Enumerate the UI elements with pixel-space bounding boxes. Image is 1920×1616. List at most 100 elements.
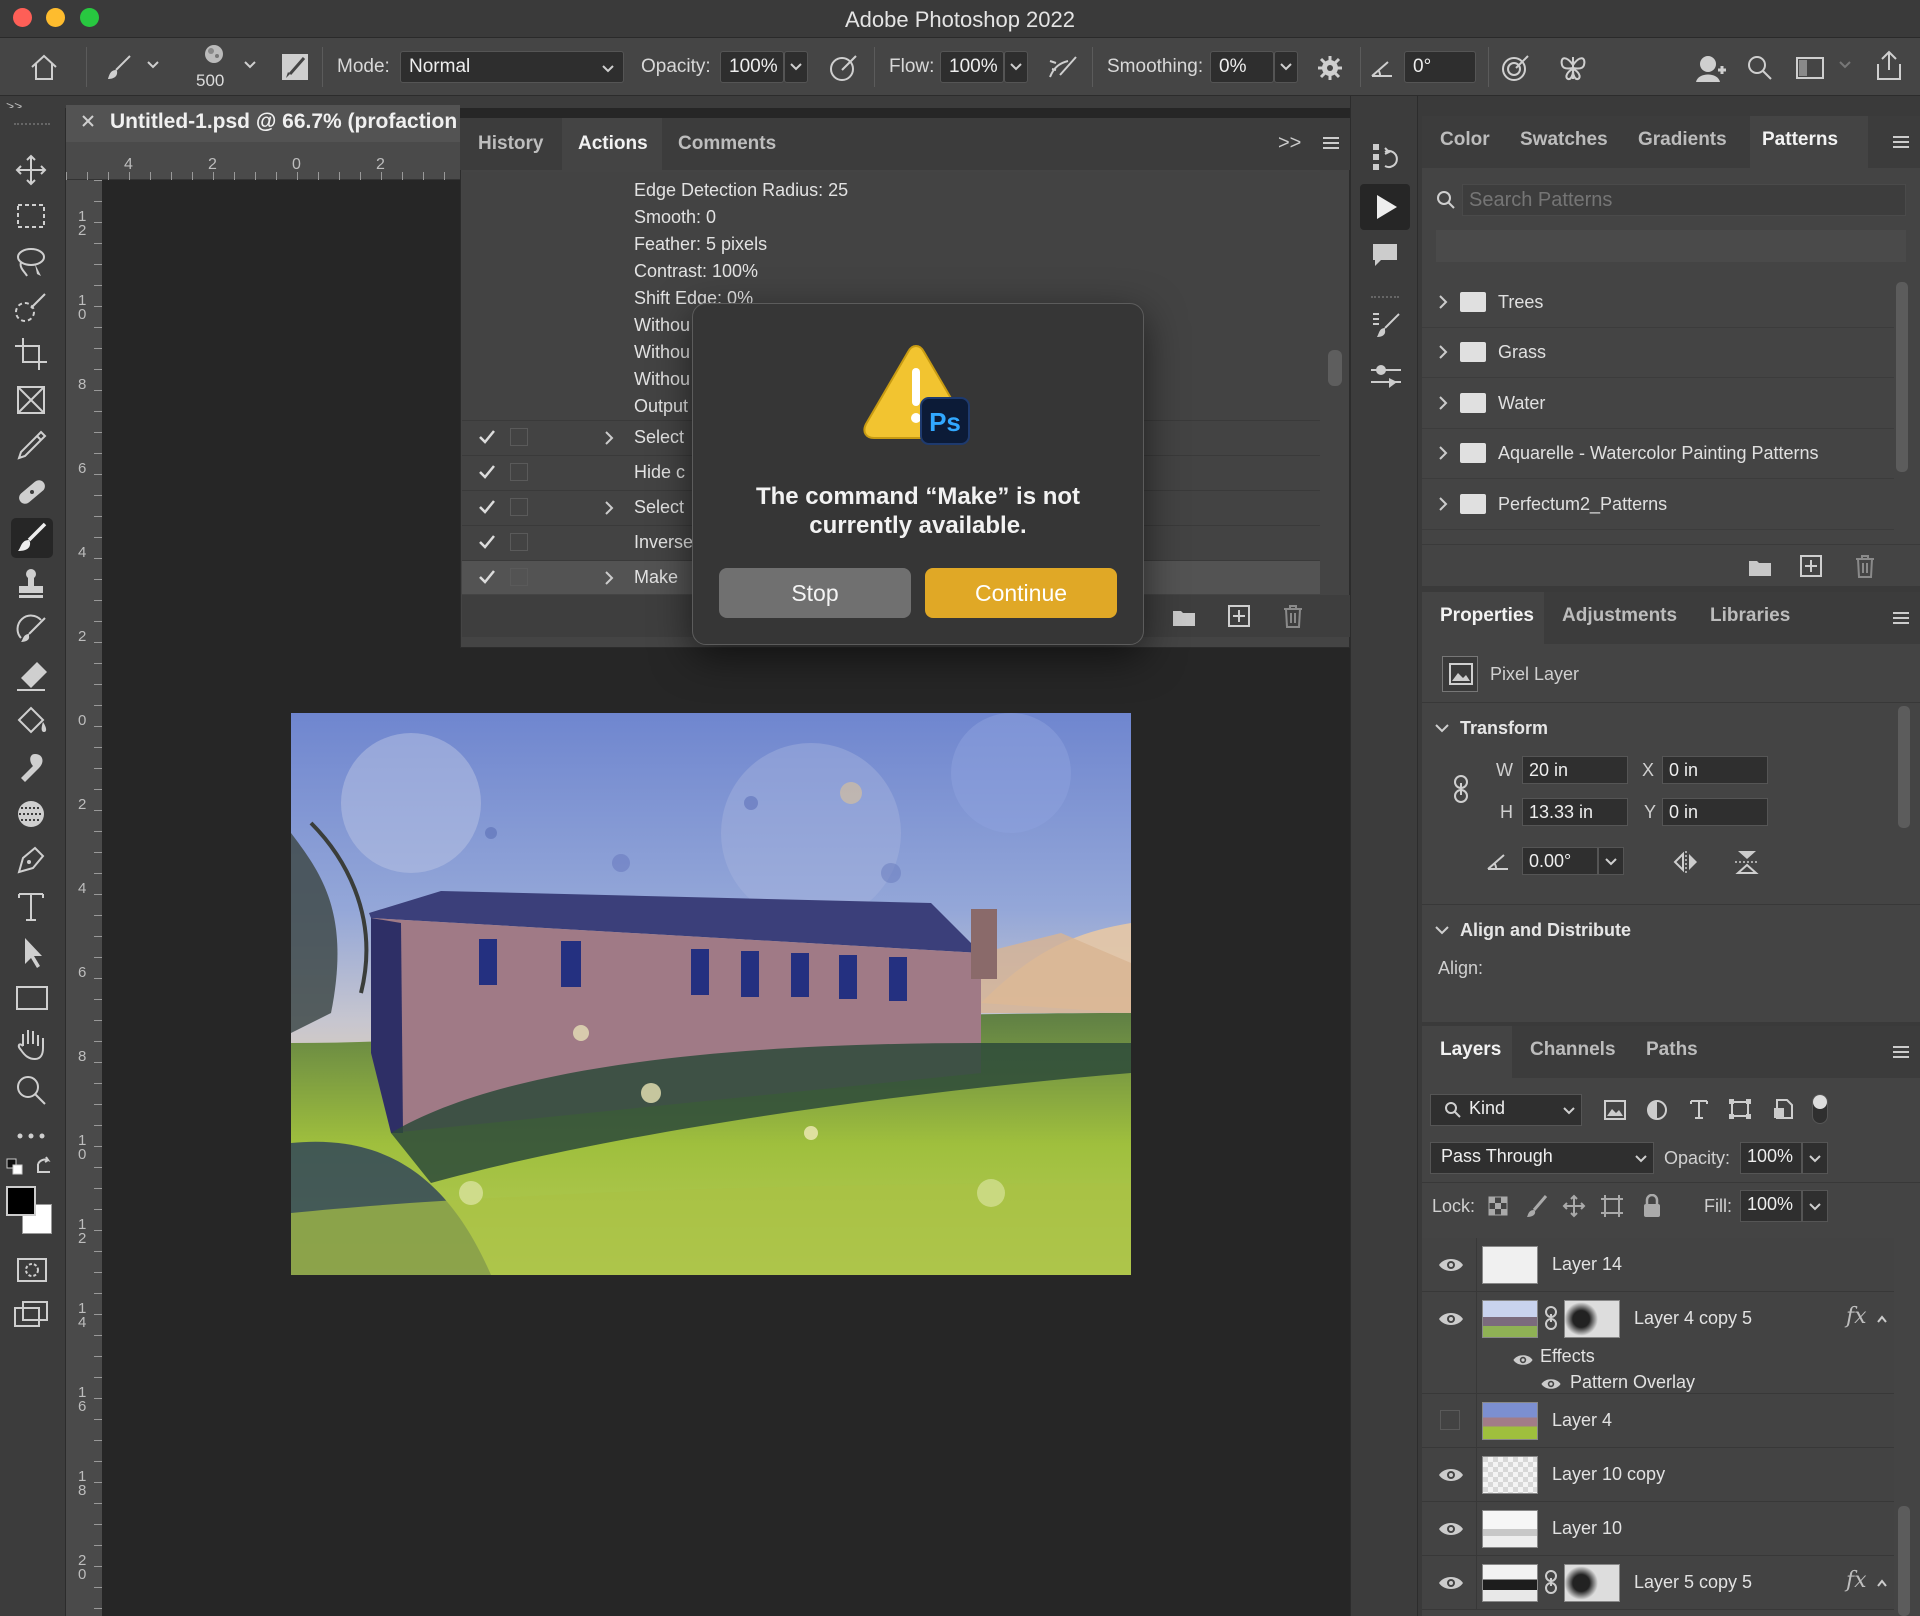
gear-icon[interactable] <box>1316 54 1344 82</box>
tab-channels[interactable]: Channels <box>1530 1039 1616 1061</box>
crop-tool-icon[interactable] <box>11 334 53 374</box>
checkmark-icon[interactable] <box>478 428 496 446</box>
link-icon[interactable] <box>1544 1306 1558 1330</box>
flip-vertical-icon[interactable] <box>1734 848 1760 876</box>
chevron-right-icon[interactable] <box>604 570 614 586</box>
properties-scrollbar-thumb[interactable] <box>1898 706 1910 828</box>
brush-settings-panel-icon[interactable] <box>1371 310 1401 340</box>
panel-menu-icon[interactable] <box>1892 135 1910 149</box>
blend-mode-select[interactable]: Pass Through <box>1430 1142 1654 1174</box>
eye-visibility-icon[interactable] <box>1438 1575 1464 1591</box>
link-icon[interactable] <box>1544 1570 1558 1594</box>
layers-scrollbar-thumb[interactable] <box>1898 1506 1910 1616</box>
layer-thumbnail[interactable] <box>1482 1246 1538 1284</box>
adjustments-sliders-icon[interactable] <box>1369 362 1403 392</box>
dialog-toggle-box[interactable] <box>510 568 528 586</box>
eyedropper-tool-icon[interactable] <box>11 426 53 466</box>
filter-adjustment-icon[interactable] <box>1646 1099 1668 1121</box>
filter-shape-icon[interactable] <box>1728 1098 1752 1120</box>
checkmark-icon[interactable] <box>478 463 496 481</box>
layer-thumbnail[interactable] <box>1482 1510 1538 1548</box>
chevron-right-icon[interactable] <box>1438 395 1448 411</box>
layer-thumbnail[interactable] <box>1482 1300 1538 1338</box>
layer-mask-thumbnail[interactable] <box>1564 1564 1620 1602</box>
eye-visibility-icon[interactable] <box>1438 1467 1464 1483</box>
eye-visibility-icon[interactable] <box>1438 1257 1464 1273</box>
filter-type-icon[interactable] <box>1688 1098 1710 1120</box>
angle-input[interactable]: 0° <box>1404 51 1476 83</box>
paint-bucket-tool-icon[interactable] <box>11 702 53 742</box>
patterns-scrollbar-thumb[interactable] <box>1896 282 1908 472</box>
flow-input[interactable]: 100% <box>940 51 1004 83</box>
dodge-tool-icon[interactable] <box>11 794 53 834</box>
tab-color[interactable]: Color <box>1440 129 1490 151</box>
tab-gradients[interactable]: Gradients <box>1638 129 1727 151</box>
tab-layers[interactable]: Layers <box>1440 1039 1501 1061</box>
y-input[interactable]: 0 in <box>1662 798 1768 826</box>
history-panel-icon[interactable] <box>1371 142 1401 174</box>
layer-thumbnail[interactable] <box>1482 1402 1538 1440</box>
align-distribute-header[interactable]: Align and Distribute <box>1460 920 1631 941</box>
tab-comments[interactable]: Comments <box>678 118 776 170</box>
zoom-tool-icon[interactable] <box>11 1070 53 1110</box>
lock-position-icon[interactable] <box>1562 1194 1586 1218</box>
x-input[interactable]: 0 in <box>1662 756 1768 784</box>
clone-stamp-tool-icon[interactable] <box>11 564 53 604</box>
chevron-down-icon[interactable] <box>146 60 160 70</box>
tab-paths[interactable]: Paths <box>1646 1039 1698 1061</box>
stop-button[interactable]: Stop <box>719 568 911 618</box>
smoothing-input[interactable]: 0% <box>1210 51 1274 83</box>
pressure-size-icon[interactable] <box>1500 53 1532 83</box>
pattern-folder-row[interactable] <box>1422 328 1894 378</box>
default-colors-icon[interactable] <box>6 1158 24 1176</box>
new-pattern-icon[interactable] <box>1800 555 1822 577</box>
panel-menu-icon[interactable] <box>1322 136 1340 150</box>
swap-colors-icon[interactable] <box>34 1156 54 1176</box>
brush-tool-selected-icon[interactable] <box>11 518 53 558</box>
watercolor-house-artwork[interactable] <box>291 713 1131 1275</box>
tab-swatches[interactable]: Swatches <box>1520 129 1608 151</box>
type-tool-icon[interactable] <box>11 886 53 926</box>
brush-tool-icon[interactable] <box>104 52 134 82</box>
more-tools-icon[interactable] <box>11 1116 53 1156</box>
actions-scrollbar-thumb[interactable] <box>1328 350 1342 386</box>
expand-panel-icon[interactable]: >> <box>1278 132 1301 155</box>
layer-thumbnail[interactable] <box>1482 1456 1538 1494</box>
history-brush-tool-icon[interactable] <box>11 610 53 650</box>
width-input[interactable]: 20 in <box>1522 756 1628 784</box>
brush-preset-icon[interactable] <box>200 41 228 69</box>
screen-mode-icon[interactable] <box>11 1294 53 1334</box>
chevron-up-icon[interactable] <box>1876 1314 1888 1324</box>
chevron-right-icon[interactable] <box>1438 344 1448 360</box>
checkmark-icon[interactable] <box>478 533 496 551</box>
checkmark-icon[interactable] <box>478 498 496 516</box>
search-patterns-input[interactable] <box>1462 184 1906 216</box>
rotation-dropdown[interactable] <box>1598 847 1624 875</box>
chevron-right-icon[interactable] <box>1438 496 1448 512</box>
fill-input[interactable]: 100% <box>1740 1190 1802 1222</box>
layer-thumbnail[interactable] <box>1482 1564 1538 1602</box>
visibility-off-box[interactable] <box>1440 1410 1460 1430</box>
tab-adjustments[interactable]: Adjustments <box>1562 605 1677 627</box>
actions-panel-play-icon[interactable] <box>1360 184 1410 230</box>
filter-pixel-icon[interactable] <box>1604 1100 1626 1120</box>
fill-dropdown[interactable] <box>1802 1190 1828 1222</box>
layer-name[interactable]: Layer 14 <box>1552 1254 1622 1275</box>
delete-pattern-icon[interactable] <box>1854 554 1876 578</box>
filter-toggle-switch[interactable] <box>1812 1094 1828 1124</box>
eye-visibility-icon[interactable] <box>1438 1521 1464 1537</box>
layer-opacity-input[interactable]: 100% <box>1740 1142 1802 1174</box>
user-share-icon[interactable] <box>1694 52 1726 84</box>
chevron-down-icon[interactable] <box>1434 722 1450 734</box>
path-selection-tool-icon[interactable] <box>11 932 53 972</box>
mode-select[interactable]: Normal <box>400 51 624 83</box>
checkmark-icon[interactable] <box>478 568 496 586</box>
tab-libraries[interactable]: Libraries <box>1710 605 1790 627</box>
flow-dropdown[interactable] <box>1004 51 1028 83</box>
eye-visibility-icon[interactable] <box>1513 1354 1534 1367</box>
smudge-tool-icon[interactable] <box>11 748 53 788</box>
chevron-right-icon[interactable] <box>604 500 614 516</box>
home-icon[interactable] <box>28 52 60 82</box>
toolbar-grip[interactable] <box>14 123 50 127</box>
panel-menu-icon[interactable] <box>1892 1045 1910 1059</box>
